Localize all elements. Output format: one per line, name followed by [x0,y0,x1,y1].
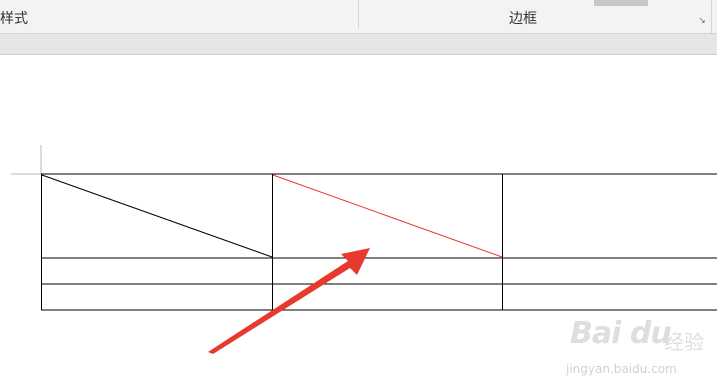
annotation-arrow [208,248,370,354]
watermark-brand: Bai du [570,316,672,351]
table[interactable] [41,173,717,311]
watermark: Bai du 经验 jingyan.baidu.com [548,312,708,382]
arrow-icon [208,248,370,354]
header-cell-1-diagonal [41,174,273,258]
watermark-url: jingyan.baidu.com [566,362,677,376]
watermark-sub: 经验 [664,330,704,354]
header-cell-2-diagonal-red [272,174,503,258]
